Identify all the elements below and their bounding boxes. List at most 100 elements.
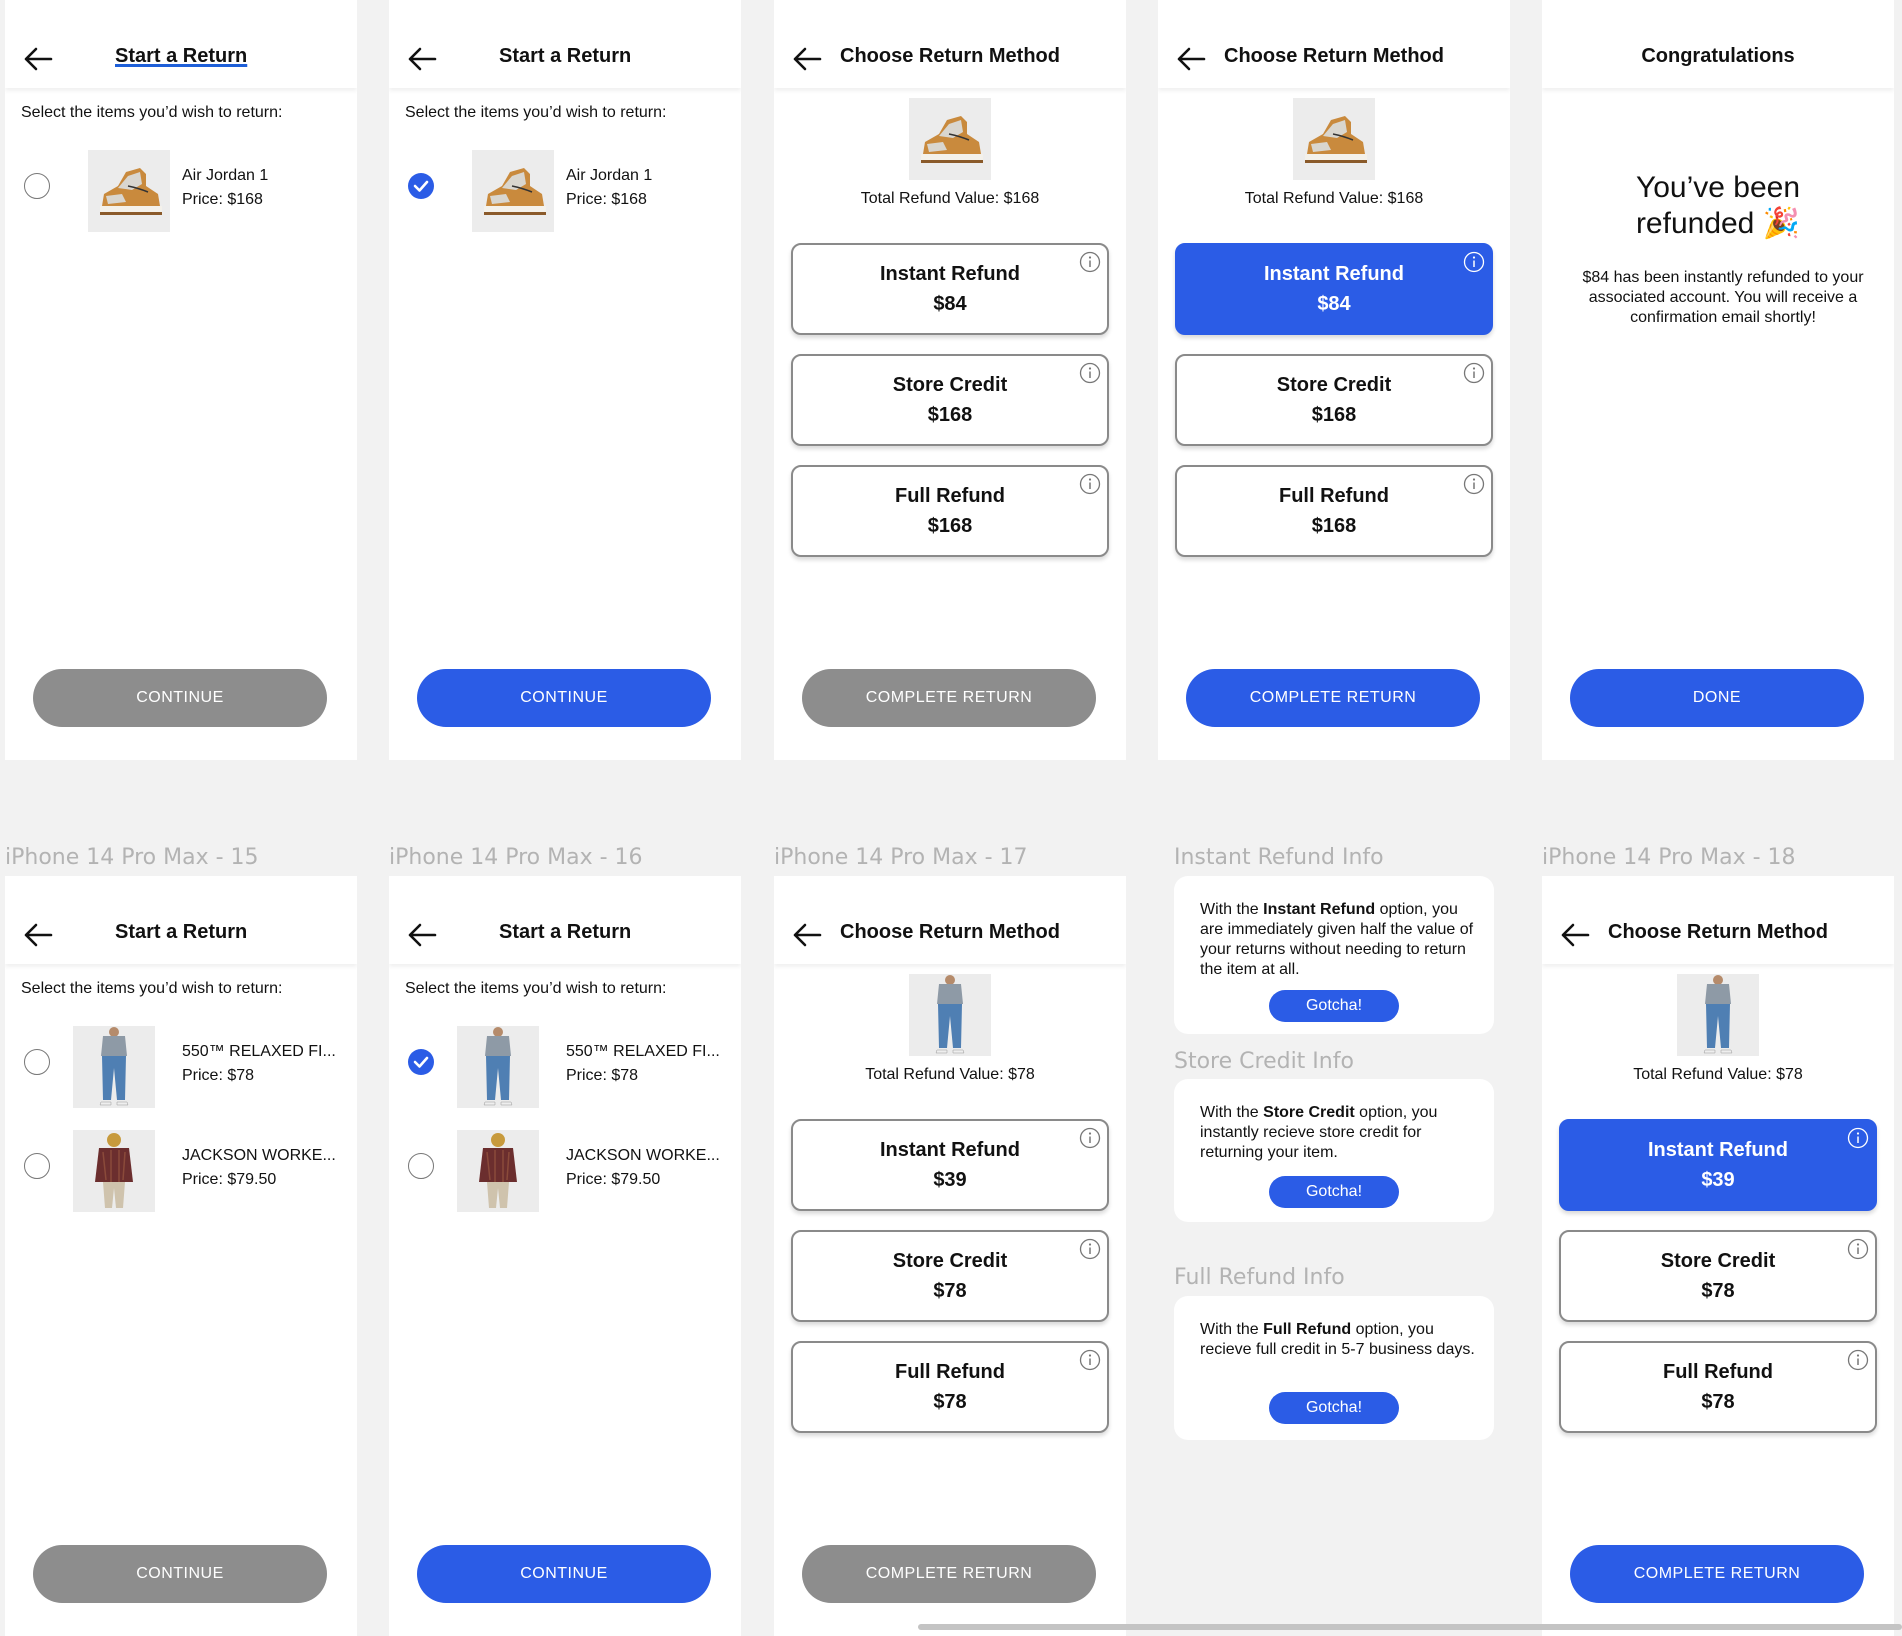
full-refund-info-card: With the Full Refund option, you recieve… xyxy=(1174,1296,1494,1440)
gotcha-button[interactable]: Gotcha! xyxy=(1269,1392,1399,1424)
page-title: Start a Return xyxy=(499,45,632,67)
page-title: Choose Return Method xyxy=(840,45,1060,67)
option-name: Instant Refund xyxy=(1264,263,1404,285)
info-text: With the Store Credit option, you instan… xyxy=(1200,1104,1438,1161)
info-icon[interactable] xyxy=(1847,1127,1869,1149)
store-credit-info-label: Store Credit Info xyxy=(1174,1049,1354,1074)
store-credit-option[interactable]: Store Credit $168 xyxy=(791,354,1109,446)
complete-return-button[interactable]: COMPLETE RETURN xyxy=(802,1545,1096,1603)
info-icon[interactable] xyxy=(1079,1238,1101,1260)
continue-button[interactable]: CONTINUE xyxy=(417,1545,711,1603)
complete-return-button[interactable]: COMPLETE RETURN xyxy=(1570,1545,1864,1603)
item-radio-checked[interactable] xyxy=(408,1049,434,1075)
info-icon[interactable] xyxy=(1079,473,1101,495)
info-text: With the Instant Refund option, you are … xyxy=(1200,901,1474,978)
horizontal-scrollbar[interactable] xyxy=(918,1624,1902,1630)
option-amount: $84 xyxy=(1317,293,1351,315)
option-name: Store Credit xyxy=(1660,1250,1776,1272)
screen-start-return-selected: Start a Return Select the items you’d wi… xyxy=(389,0,741,760)
total-refund-value: Total Refund Value: $168 xyxy=(860,190,1040,207)
item-radio[interactable] xyxy=(24,1049,50,1075)
back-arrow-icon[interactable] xyxy=(407,922,437,948)
info-icon[interactable] xyxy=(1847,1238,1869,1260)
jeans-image xyxy=(457,1026,539,1108)
info-icon[interactable] xyxy=(1463,362,1485,384)
header: Congratulations xyxy=(1542,0,1894,88)
option-name: Instant Refund xyxy=(880,1139,1020,1161)
back-arrow-icon[interactable] xyxy=(1176,46,1206,72)
screen-choose-method-jeans: Choose Return Method Total Refund Value:… xyxy=(774,876,1126,1636)
continue-button[interactable]: CONTINUE xyxy=(33,669,327,727)
item-price: Price: $78 xyxy=(566,1067,639,1084)
option-name: Store Credit xyxy=(892,374,1008,396)
full-refund-info-label: Full Refund Info xyxy=(1174,1265,1345,1290)
info-icon[interactable] xyxy=(1847,1349,1869,1371)
header: Start a Return xyxy=(5,0,357,88)
page-title: Congratulations xyxy=(1641,45,1795,67)
screen-start-return-two-items-selected: Start a Return Select the items you’d wi… xyxy=(389,876,741,1636)
back-arrow-icon[interactable] xyxy=(23,46,53,72)
item-radio[interactable] xyxy=(24,173,50,199)
back-arrow-icon[interactable] xyxy=(1560,922,1590,948)
complete-return-button[interactable]: COMPLETE RETURN xyxy=(802,669,1096,727)
checkmark-icon xyxy=(413,1055,429,1069)
info-text: With the Full Refund option, you recieve… xyxy=(1200,1321,1475,1358)
option-name: Store Credit xyxy=(892,1250,1008,1272)
store-credit-option[interactable]: Store Credit $168 xyxy=(1175,354,1493,446)
header: Start a Return xyxy=(5,876,357,964)
done-button[interactable]: DONE xyxy=(1570,669,1864,727)
sneaker-image xyxy=(472,150,554,232)
full-refund-option[interactable]: Full Refund $78 xyxy=(1559,1341,1877,1433)
option-name: Full Refund xyxy=(895,1361,1005,1383)
checkmark-icon xyxy=(413,179,429,193)
option-amount: $168 xyxy=(1311,404,1357,426)
item-price: Price: $79.50 xyxy=(566,1171,661,1188)
continue-button[interactable]: CONTINUE xyxy=(417,669,711,727)
refunded-heading: You’ve been refunded 🎉 xyxy=(1542,170,1894,242)
option-amount: $78 xyxy=(1701,1391,1735,1413)
back-arrow-icon[interactable] xyxy=(407,46,437,72)
info-icon[interactable] xyxy=(1079,362,1101,384)
option-amount: $168 xyxy=(927,404,973,426)
header: Choose Return Method xyxy=(1158,0,1510,88)
item-radio[interactable] xyxy=(408,1153,434,1179)
sneaker-image xyxy=(1293,98,1375,180)
store-credit-option[interactable]: Store Credit $78 xyxy=(791,1230,1109,1322)
screen-choose-method-jeans-instant-selected: Choose Return Method Total Refund Value:… xyxy=(1542,876,1894,1636)
complete-return-button[interactable]: COMPLETE RETURN xyxy=(1186,669,1480,727)
instant-refund-option[interactable]: Instant Refund $84 xyxy=(791,243,1109,335)
full-refund-option[interactable]: Full Refund $168 xyxy=(1175,465,1493,557)
item-radio[interactable] xyxy=(24,1153,50,1179)
item-name: JACKSON WORKE... xyxy=(566,1147,720,1164)
option-amount: $78 xyxy=(933,1280,967,1302)
instant-refund-option[interactable]: Instant Refund $39 xyxy=(1559,1119,1877,1211)
info-icon[interactable] xyxy=(1079,1349,1101,1371)
info-icon[interactable] xyxy=(1079,251,1101,273)
screen-congratulations: Congratulations You’ve been refunded 🎉 $… xyxy=(1542,0,1894,760)
store-credit-option[interactable]: Store Credit $78 xyxy=(1559,1230,1877,1322)
header: Choose Return Method xyxy=(774,876,1126,964)
info-icon[interactable] xyxy=(1079,1127,1101,1149)
option-amount: $168 xyxy=(1311,515,1357,537)
frame-label: iPhone 14 Pro Max - 18 xyxy=(1542,845,1796,870)
screen-choose-method-instant-selected: Choose Return Method Total Refund Value:… xyxy=(1158,0,1510,760)
full-refund-option[interactable]: Full Refund $78 xyxy=(791,1341,1109,1433)
refunded-heading-line1: You’ve been xyxy=(1635,171,1801,204)
instant-refund-option[interactable]: Instant Refund $84 xyxy=(1175,243,1493,335)
item-price: Price: $78 xyxy=(182,1067,255,1084)
info-icon[interactable] xyxy=(1463,473,1485,495)
jacket-image xyxy=(73,1130,155,1212)
screen-choose-method-unselected: Choose Return Method Total Refund Value:… xyxy=(774,0,1126,760)
back-arrow-icon[interactable] xyxy=(792,46,822,72)
back-arrow-icon[interactable] xyxy=(23,922,53,948)
gotcha-button[interactable]: Gotcha! xyxy=(1269,1176,1399,1208)
instant-refund-option[interactable]: Instant Refund $39 xyxy=(791,1119,1109,1211)
back-arrow-icon[interactable] xyxy=(792,922,822,948)
instant-refund-info-card: With the Instant Refund option, you are … xyxy=(1174,876,1494,1034)
full-refund-option[interactable]: Full Refund $168 xyxy=(791,465,1109,557)
gotcha-button[interactable]: Gotcha! xyxy=(1269,990,1399,1022)
continue-button[interactable]: CONTINUE xyxy=(33,1545,327,1603)
info-icon[interactable] xyxy=(1463,251,1485,273)
item-radio-checked[interactable] xyxy=(408,173,434,199)
item-name: Air Jordan 1 xyxy=(566,167,653,184)
